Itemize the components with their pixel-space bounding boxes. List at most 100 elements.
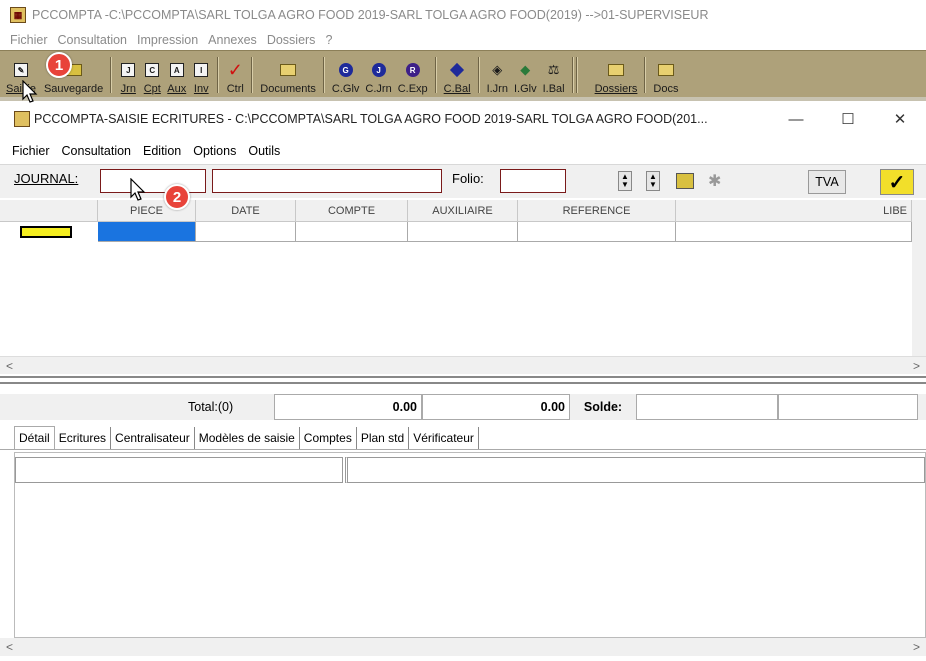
step-badge-1: 1 (46, 52, 72, 78)
i-bal-label: I.Bal (542, 83, 565, 95)
i-glv-button[interactable]: ◆ I.Glv (511, 52, 540, 98)
validate-button[interactable]: ✓ (880, 169, 914, 195)
inner-menu-outils[interactable]: Outils (248, 144, 280, 158)
toolbar-separator (251, 57, 254, 93)
c-glv-label: C.Glv (331, 83, 360, 95)
totals-bar: Total:(0) 0.00 0.00 Solde: (0, 394, 926, 420)
inner-menu-edition[interactable]: Edition (143, 144, 181, 158)
scroll-left-icon[interactable]: < (6, 640, 13, 654)
mouse-pointer-icon (22, 80, 38, 103)
col-compte[interactable]: COMPTE (296, 200, 408, 221)
row-marker-header (0, 200, 98, 221)
detail-cell-2[interactable] (345, 457, 925, 483)
scroll-right-icon[interactable]: > (913, 640, 920, 654)
i-jrn-button[interactable]: ◈ I.Jrn (484, 52, 511, 98)
cpt-button[interactable]: C Cpt (140, 52, 164, 98)
solde-value (636, 394, 778, 420)
documents-button[interactable]: Documents (257, 52, 319, 98)
inner-title-bar: PCCOMPTA-SAISIE ECRITURES - C:\PCCOMPTA\… (0, 103, 926, 135)
c-exp-button[interactable]: R C.Exp (395, 52, 431, 98)
dossiers-label: Dossiers (594, 83, 638, 95)
col-auxiliaire[interactable]: AUXILIAIRE (408, 200, 518, 221)
folio-spinner[interactable]: ▲ ▼ (618, 171, 632, 191)
minimize-button[interactable]: — (770, 111, 822, 128)
inner-menu-options[interactable]: Options (193, 144, 236, 158)
cell-piece[interactable] (98, 222, 196, 242)
page-spinner[interactable]: ▲ ▼ (646, 171, 660, 191)
col-libelle[interactable]: LIBE (676, 200, 912, 221)
window-controls: — ☐ ✕ (770, 103, 926, 135)
toolbar-separator (434, 57, 437, 93)
auxiliary-icon: A (168, 61, 186, 79)
app-menu-bar: Fichier Consultation Impression Annexes … (0, 30, 926, 50)
cell-libelle[interactable] (676, 222, 912, 242)
menu-help[interactable]: ? (325, 33, 332, 47)
jrn-button[interactable]: J Jrn (116, 52, 140, 98)
cell-compte[interactable] (296, 222, 408, 242)
menu-fichier[interactable]: Fichier (10, 33, 48, 47)
cpt-label: Cpt (143, 83, 161, 95)
ctrl-button[interactable]: ✓ Ctrl (223, 52, 247, 98)
circle-j-icon: J (370, 61, 388, 79)
tab-comptes[interactable]: Comptes (300, 427, 357, 449)
menu-dossiers[interactable]: Dossiers (267, 33, 316, 47)
menu-consultation[interactable]: Consultation (58, 33, 128, 47)
tab-ecritures[interactable]: Ecritures (55, 427, 112, 449)
menu-annexes[interactable]: Annexes (208, 33, 257, 47)
cell-reference[interactable] (518, 222, 676, 242)
grid-horizontal-scrollbar[interactable]: < > (0, 356, 926, 374)
step-badge-2: 2 (164, 184, 190, 210)
tab-verificateur[interactable]: Vérificateur (409, 427, 479, 449)
close-button[interactable]: ✕ (874, 110, 926, 128)
detail-cell-1[interactable] (15, 457, 343, 483)
scroll-left-icon[interactable]: < (6, 359, 13, 373)
tools-icon[interactable]: ✱ (708, 171, 721, 191)
c-bal-button[interactable]: C.Bal (441, 52, 474, 98)
tab-modeles-saisie[interactable]: Modèles de saisie (195, 427, 300, 449)
detail-horizontal-scrollbar[interactable]: < > (0, 638, 926, 656)
cell-auxiliaire[interactable] (408, 222, 518, 242)
inv-button[interactable]: I Inv (189, 52, 213, 98)
folio-label: Folio: (452, 171, 484, 186)
menu-impression[interactable]: Impression (137, 33, 198, 47)
journal-name-input[interactable] (212, 169, 442, 193)
balance-scale-icon: ⚖ (547, 62, 560, 77)
col-date[interactable]: DATE (196, 200, 296, 221)
row-indicator (20, 226, 72, 238)
dossiers-button[interactable]: Dossiers (592, 52, 641, 98)
jrn-label: Jrn (120, 83, 136, 95)
col-reference[interactable]: REFERENCE (518, 200, 676, 221)
table-row[interactable] (0, 222, 912, 244)
tab-detail[interactable]: Détail (14, 426, 55, 449)
toolbar-bottom-strip (0, 97, 926, 101)
printer-icon[interactable] (676, 173, 694, 189)
docs-button[interactable]: Docs (650, 52, 681, 98)
c-jrn-button[interactable]: J C.Jrn (362, 52, 394, 98)
scroll-right-icon[interactable]: > (913, 359, 920, 373)
toolbar-separator (644, 57, 647, 93)
print-ledger-icon: ◆ (520, 62, 531, 77)
journal-code-input[interactable] (100, 169, 206, 193)
maximize-button[interactable]: ☐ (822, 110, 874, 128)
grid-vertical-scrollbar[interactable] (912, 200, 926, 356)
cell-date[interactable] (196, 222, 296, 242)
c-glv-button[interactable]: G C.Glv (329, 52, 363, 98)
mouse-pointer-icon (130, 178, 146, 201)
tva-button[interactable]: TVA (808, 170, 846, 194)
folio-input[interactable] (500, 169, 566, 193)
aux-button[interactable]: A Aux (164, 52, 189, 98)
pane-splitter[interactable] (0, 376, 926, 384)
i-jrn-label: I.Jrn (486, 83, 508, 95)
inner-menu-fichier[interactable]: Fichier (12, 144, 50, 158)
tab-plan-std[interactable]: Plan std (357, 427, 410, 449)
aux-label: Aux (167, 83, 187, 95)
sauvegarde-label: Sauvegarde (43, 83, 104, 95)
grid-header: PIECE DATE COMPTE AUXILIAIRE REFERENCE L… (0, 200, 926, 222)
toolbar-separator (571, 57, 574, 93)
totals-spacer (0, 394, 188, 420)
inner-menu-bar: Fichier Consultation Edition Options Out… (0, 140, 926, 162)
inner-menu-consultation[interactable]: Consultation (62, 144, 132, 158)
tab-centralisateur[interactable]: Centralisateur (111, 427, 195, 449)
i-bal-button[interactable]: ⚖ I.Bal (540, 52, 568, 98)
circle-r-icon: R (404, 61, 422, 79)
